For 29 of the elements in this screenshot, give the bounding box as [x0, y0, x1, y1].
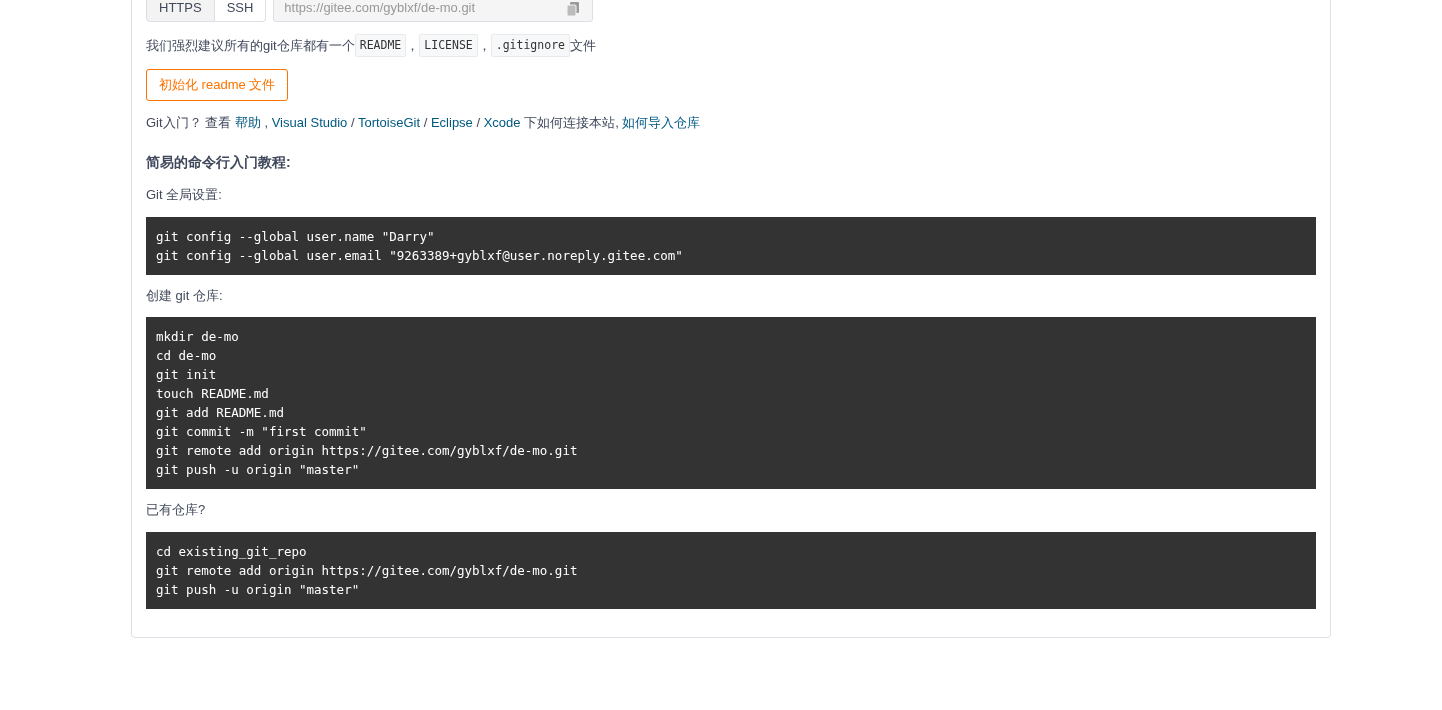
- guide-text: 下如何连接本站,: [523, 114, 620, 130]
- recommend-text: 我们强烈建议所有的git仓库都有一个: [146, 36, 355, 55]
- section-label: 创建 git 仓库:: [146, 286, 224, 305]
- section-label: Git 全局设置:: [146, 186, 223, 205]
- help-link[interactable]: 如何导入仓库: [622, 114, 701, 130]
- tutorial-title: 简易的命令行入门教程:: [146, 153, 292, 173]
- guide-text: /: [349, 114, 356, 130]
- help-link[interactable]: Xcode: [483, 114, 521, 130]
- protocol-tab[interactable]: HTTPS: [146, 0, 215, 22]
- guide-text: /: [422, 114, 429, 130]
- code-block: git config --global user.name "Darry" git config --global user.email "9263389+gyblxf@user.noreply.gitee.com": [146, 216, 1316, 275]
- recommend-text: 文件: [570, 36, 596, 55]
- code-block: mkdir de-mo cd de-mo git init touch README.md git add README.md git commit -m "first commit" git remote add origin https://gitee.com/gyblxf/de-mo.git git push -u origin "master": [146, 317, 1316, 490]
- code-chip: LICENSE: [419, 34, 478, 58]
- help-link[interactable]: Visual Studio: [271, 114, 348, 130]
- help-link[interactable]: 帮助: [234, 114, 261, 130]
- help-link[interactable]: TortoiseGit: [357, 114, 421, 130]
- guide-text: Git入门？ 查看: [146, 114, 233, 130]
- help-link[interactable]: Eclipse: [430, 114, 473, 130]
- code-chip: README: [354, 34, 407, 58]
- recommend-text: ，: [477, 36, 491, 55]
- protocol-tab[interactable]: SSH: [214, 0, 267, 22]
- section-label: 已有仓库?: [146, 501, 207, 520]
- code-chip: .gitignore: [490, 34, 570, 58]
- code-block: cd existing_git_repo git remote add origin https://gitee.com/gyblxf/de-mo.git git push -u origin "master": [146, 531, 1316, 609]
- recommend-text: ，: [406, 36, 420, 55]
- guide-text: /: [475, 114, 482, 130]
- guide-text: ,: [263, 114, 270, 130]
- copy-icon[interactable]: [567, 2, 580, 16]
